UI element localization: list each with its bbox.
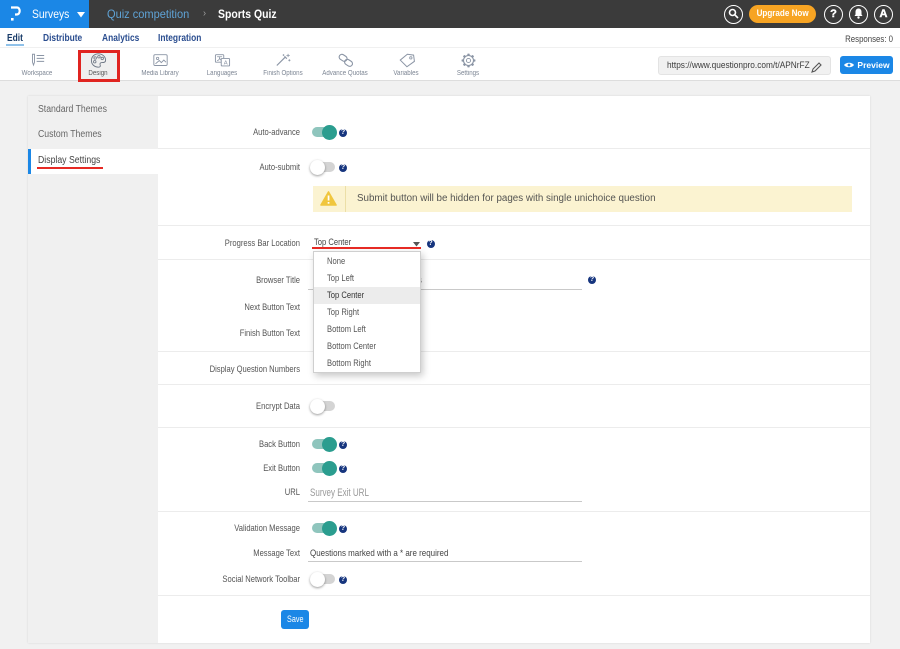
svg-text:A: A bbox=[223, 61, 227, 67]
